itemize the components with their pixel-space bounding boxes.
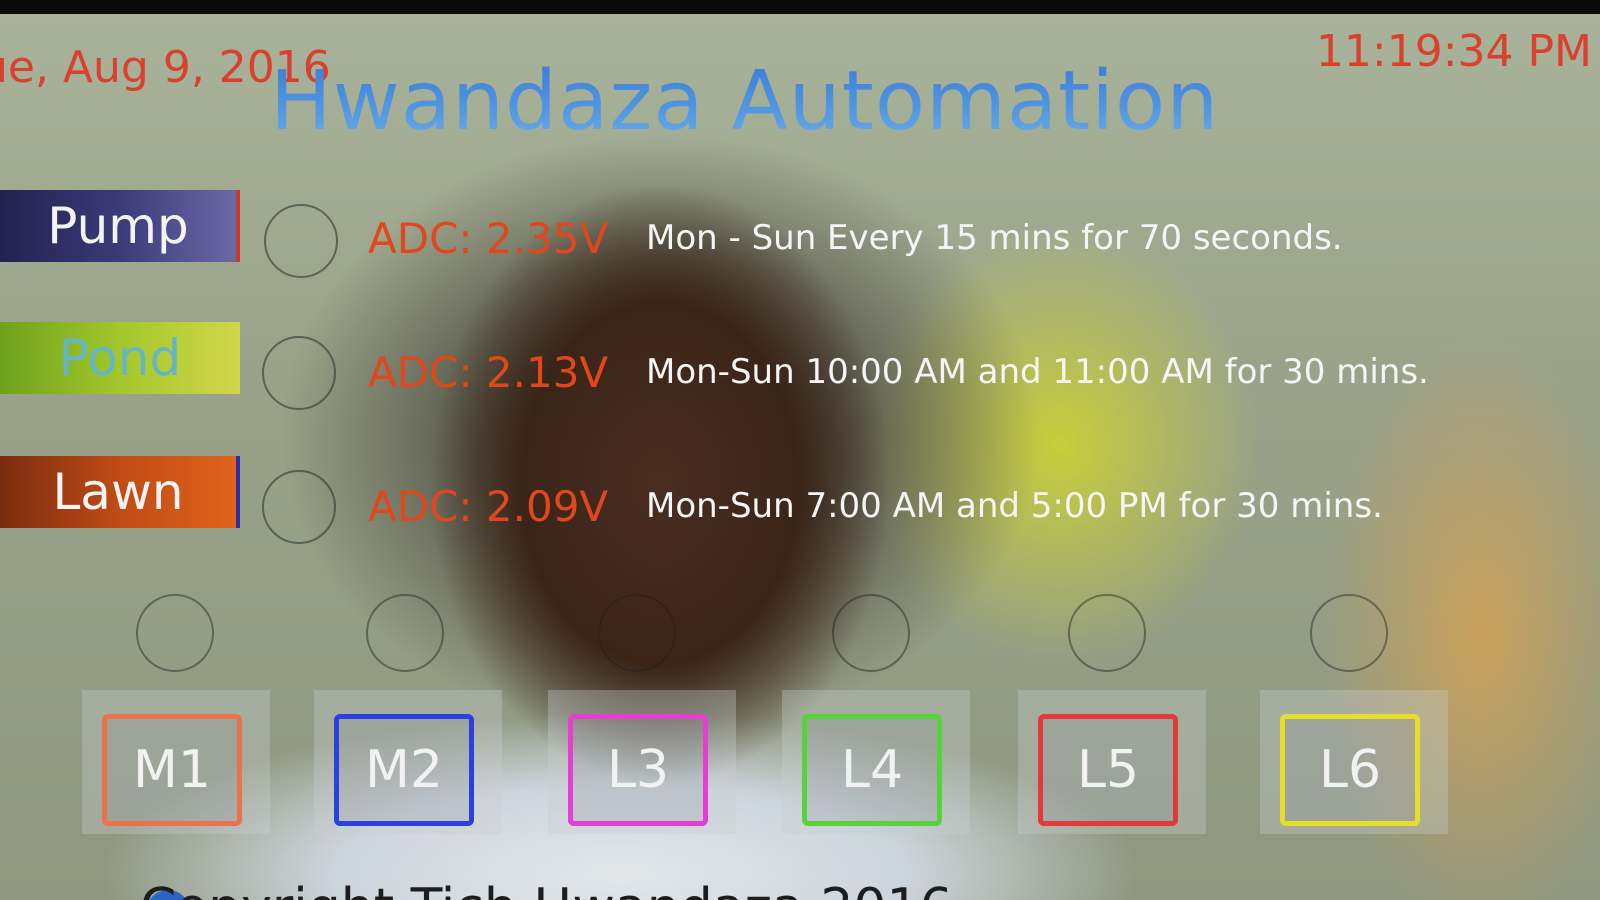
pond-status-indicator <box>262 336 336 410</box>
l6-button[interactable]: L6 <box>1280 714 1420 826</box>
copyright-footer: Copyright Tich Hwandaza 2016 <box>140 878 953 900</box>
m1-status-indicator <box>136 594 214 672</box>
pump-adc-reading: ADC: 2.35V <box>368 214 609 263</box>
app-title: Hwandaza Automation <box>270 54 1220 149</box>
screen: ue, Aug 9, 2016 11:19:34 PM Hwandaza Aut… <box>0 14 1600 900</box>
m2-status-indicator <box>366 594 444 672</box>
lawn-button[interactable]: Lawn <box>0 456 240 528</box>
m1-button[interactable]: M1 <box>102 714 242 826</box>
pond-adc-reading: ADC: 2.13V <box>368 348 609 397</box>
l3-status-indicator <box>598 594 676 672</box>
m2-button[interactable]: M2 <box>334 714 474 826</box>
pond-schedule: Mon-Sun 10:00 AM and 11:00 AM for 30 min… <box>646 352 1429 392</box>
l4-status-indicator <box>832 594 910 672</box>
pump-schedule: Mon - Sun Every 15 mins for 70 seconds. <box>646 218 1343 258</box>
l5-status-indicator <box>1068 594 1146 672</box>
pond-button[interactable]: Pond <box>0 322 240 394</box>
l6-status-indicator <box>1310 594 1388 672</box>
pump-button[interactable]: Pump <box>0 190 240 262</box>
l3-button[interactable]: L3 <box>568 714 708 826</box>
lawn-adc-reading: ADC: 2.09V <box>368 482 609 531</box>
pump-status-indicator <box>264 204 338 278</box>
lawn-status-indicator <box>262 470 336 544</box>
l4-button[interactable]: L4 <box>802 714 942 826</box>
l5-button[interactable]: L5 <box>1038 714 1178 826</box>
lawn-schedule: Mon-Sun 7:00 AM and 5:00 PM for 30 mins. <box>646 486 1383 526</box>
clock-display: 11:19:34 PM <box>1315 26 1592 77</box>
